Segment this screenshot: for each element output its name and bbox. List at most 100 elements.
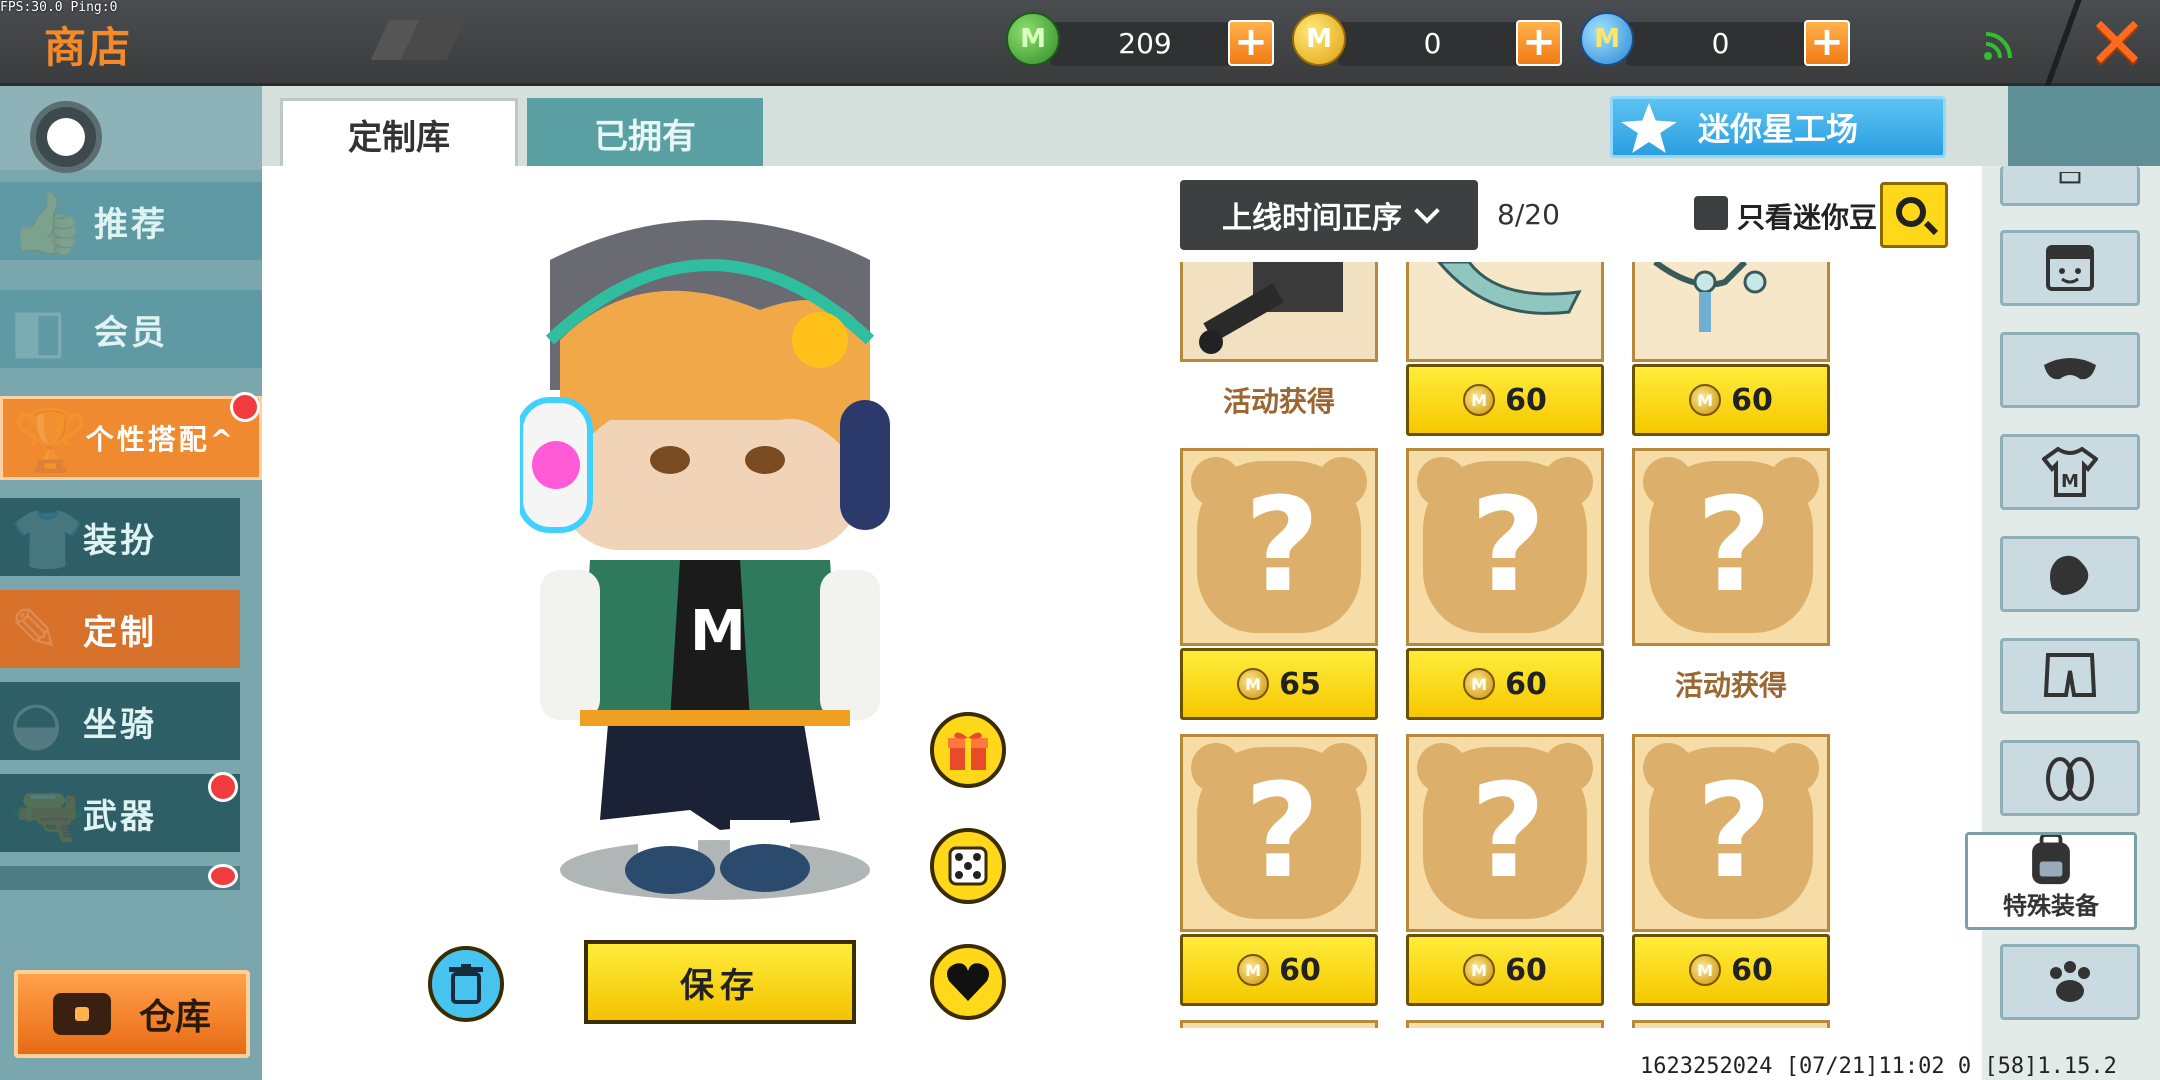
chevron-down-icon	[1414, 198, 1440, 224]
tab-owned[interactable]: 已拥有	[527, 98, 763, 168]
pencil-icon: ✎	[10, 596, 64, 666]
sidebar-item-recommend[interactable]: 👍 推荐	[0, 182, 262, 260]
item-price-button[interactable]: M 60	[1406, 648, 1604, 720]
star-icon	[1621, 103, 1677, 153]
sidebar-item-label: 个性搭配^	[85, 423, 237, 456]
shoes-icon	[2046, 757, 2094, 801]
category-gloves[interactable]	[2000, 536, 2140, 612]
weapon-thumbnail-icon	[1437, 262, 1582, 315]
category-shirt[interactable]: M	[2000, 434, 2140, 510]
item-price: 65	[1279, 666, 1321, 702]
category-pants[interactable]	[2000, 638, 2140, 714]
sidebar-item-mount[interactable]: ◒ 坐骑	[0, 682, 240, 760]
sidebar-item-label: 装扮	[83, 520, 157, 561]
mini-point-blue-coin-icon: M	[1580, 12, 1634, 66]
category-hat[interactable]	[2000, 166, 2140, 206]
tab-custom-library[interactable]: 定制库	[280, 98, 518, 168]
category-bar: M	[1982, 166, 2160, 1080]
item-card[interactable]: M 60	[1406, 262, 1604, 436]
sort-label: 上线时间正序	[1222, 201, 1402, 236]
sidebar-item-label: 定制	[83, 612, 157, 653]
fps-readout: FPS:30.0 Ping:0	[0, 0, 118, 15]
item-price-button[interactable]: M 60	[1406, 364, 1604, 436]
category-special-equipment[interactable]: 特殊装备	[1965, 832, 2137, 930]
search-button[interactable]	[1880, 182, 1948, 248]
item-card[interactable]: 活动获得	[1180, 262, 1378, 436]
item-card[interactable]: ? M 60	[1406, 448, 1604, 720]
item-thumbnail	[1180, 1020, 1378, 1028]
mini-bean-green-coin-icon: M	[1006, 12, 1060, 66]
trash-icon[interactable]	[428, 946, 504, 1022]
item-card[interactable]	[1632, 1020, 1830, 1028]
notification-dot	[230, 392, 260, 422]
shirt-icon: 👕	[10, 505, 88, 575]
mini-factory-button[interactable]: 迷你星工场	[1610, 96, 1946, 158]
item-price-button[interactable]: M 60	[1632, 934, 1830, 1006]
add-green-currency-button[interactable]: +	[1228, 20, 1274, 66]
special-equipment-label: 特殊装备	[2003, 892, 2099, 920]
category-face[interactable]	[2000, 230, 2140, 306]
sidebar-item-style-match[interactable]: 🏆 个性搭配^	[0, 396, 262, 480]
sidebar-item-weapon[interactable]: 🔫 武器	[0, 774, 240, 852]
item-status: 活动获得	[1674, 669, 1787, 702]
item-card[interactable]	[1406, 1020, 1604, 1028]
mini-coin-icon: M	[1463, 668, 1496, 700]
category-mask[interactable]	[2000, 332, 2140, 408]
sidebar-item-dress-up[interactable]: 👕 装扮	[0, 498, 240, 576]
shop-screen: { "debug": {"fps_text": "FPS:30.0 Ping:0…	[0, 0, 2160, 1080]
avatar-preview[interactable]: M	[520, 220, 900, 920]
notification-dot	[208, 864, 238, 888]
item-card[interactable]: ? 活动获得	[1632, 448, 1830, 720]
item-card[interactable]: ? M 60	[1406, 734, 1604, 1006]
item-price: 60	[1505, 952, 1547, 988]
item-card[interactable]: ? M 60	[1632, 734, 1830, 1006]
page-count: 8/20	[1497, 198, 1560, 231]
close-button[interactable]: ✕	[2082, 7, 2152, 79]
sidebar-item-more[interactable]	[0, 866, 240, 890]
vip-badge-icon: ◧	[10, 296, 70, 366]
item-thumbnail	[1406, 262, 1604, 362]
gift-box-icon[interactable]	[930, 712, 1006, 788]
item-price-button[interactable]: M 65	[1180, 648, 1378, 720]
svg-text:M: M	[2061, 471, 2079, 492]
item-card[interactable]: M 60	[1632, 262, 1830, 436]
item-thumbnail	[1180, 262, 1378, 362]
item-card[interactable]	[1180, 1020, 1378, 1028]
mini-coin-gold-icon: M	[1292, 12, 1346, 66]
item-thumbnail: ?	[1406, 734, 1604, 932]
item-grid: 活动获得 M 60 M 60 ? M 65 ? M 60 ? 活动获得 ? M …	[1180, 262, 1840, 1028]
backpack-icon	[2032, 835, 2070, 885]
gun-icon: 🔫	[10, 781, 88, 851]
gatling-gun-icon	[1199, 262, 1343, 354]
add-blue-currency-button[interactable]: +	[1804, 20, 1850, 66]
category-shoes[interactable]	[2000, 740, 2140, 816]
item-card[interactable]: ? M 65	[1180, 448, 1378, 720]
item-thumbnail: ?	[1632, 448, 1830, 646]
sidebar-item-customize[interactable]: ✎ 定制	[0, 590, 240, 668]
toggle-button[interactable]	[30, 101, 102, 173]
saddle-icon: ◒	[10, 688, 66, 758]
filter-checkbox[interactable]	[1694, 196, 1728, 230]
category-pet[interactable]	[2000, 944, 2140, 1020]
add-gold-currency-button[interactable]: +	[1516, 20, 1562, 66]
search-icon	[1896, 197, 1926, 227]
chest-icon	[52, 993, 111, 1035]
warehouse-button[interactable]: 仓库	[14, 970, 250, 1058]
sidebar-item-vip[interactable]: ◧ 会员	[0, 290, 262, 368]
face-icon	[2046, 245, 2094, 291]
item-price: 60	[1505, 666, 1547, 702]
mini-coin-icon: M	[1689, 954, 1722, 986]
item-price-button[interactable]: M 60	[1406, 934, 1604, 1006]
shirt-icon: M	[2042, 447, 2098, 497]
heart-icon[interactable]	[930, 944, 1006, 1020]
question-mark-icon: ?	[1696, 469, 1772, 621]
item-price: 60	[1731, 952, 1773, 988]
dice-icon[interactable]	[930, 828, 1006, 904]
item-thumbnail	[1632, 1020, 1830, 1028]
item-price-button[interactable]: M 60	[1632, 364, 1830, 436]
save-button[interactable]: 保存	[584, 940, 856, 1024]
item-price: 60	[1505, 382, 1547, 418]
item-price-button[interactable]: M 60	[1180, 934, 1378, 1006]
item-card[interactable]: ? M 60	[1180, 734, 1378, 1006]
sort-dropdown[interactable]: 上线时间正序	[1180, 180, 1478, 250]
